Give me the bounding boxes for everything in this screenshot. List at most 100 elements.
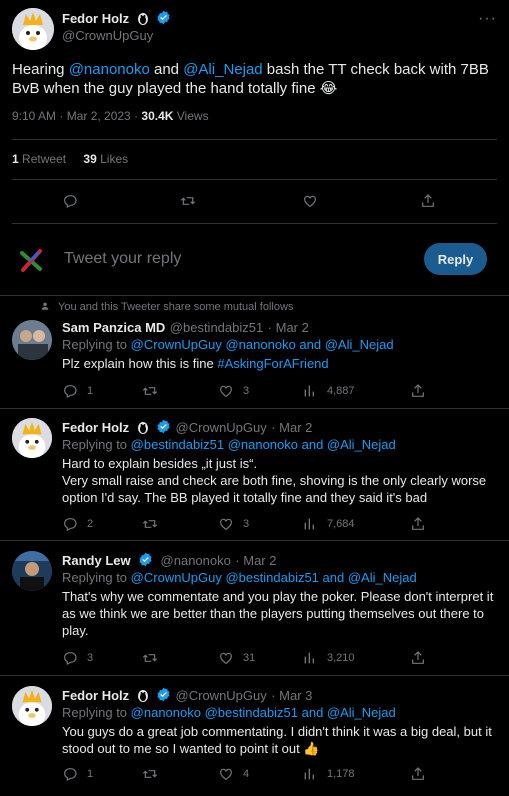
reply-icon xyxy=(64,652,77,665)
divider xyxy=(12,179,497,180)
author-name[interactable]: Fedor Holz xyxy=(62,688,129,703)
reply-date[interactable]: · Mar 2 xyxy=(271,420,312,435)
views-icon xyxy=(304,385,314,397)
reply-icon xyxy=(64,385,77,398)
like-button[interactable]: 3 xyxy=(218,516,249,532)
avatar[interactable] xyxy=(12,418,52,458)
avatar[interactable] xyxy=(12,320,52,360)
verified-icon xyxy=(157,687,170,702)
verified-icon xyxy=(157,10,170,25)
author-name[interactable]: Sam Panzica MD xyxy=(62,320,165,335)
reply-button[interactable] xyxy=(62,193,78,209)
replying-to: Replying to @CrownUpGuy @bestindabiz51 a… xyxy=(62,570,417,585)
penguin-badge-icon xyxy=(137,690,148,702)
avatar[interactable] xyxy=(12,686,52,726)
views-button[interactable]: 7,684 xyxy=(302,516,355,532)
more-icon[interactable]: ··· xyxy=(478,10,497,28)
mention-link[interactable]: @bestindabiz51 @nanonoko and @Ali_Nejad xyxy=(131,437,396,452)
mention-link[interactable]: @CrownUpGuy @bestindabiz51 and @Ali_Neja… xyxy=(131,570,417,585)
share-icon xyxy=(412,651,424,664)
share-icon xyxy=(422,194,434,207)
retweet-icon xyxy=(142,520,158,528)
reply-button[interactable]: 1 xyxy=(62,383,93,399)
mention-link[interactable]: @Ali_Nejad xyxy=(183,61,262,78)
retweet-button[interactable] xyxy=(180,193,196,209)
share-button[interactable] xyxy=(410,650,426,666)
author-handle[interactable]: @CrownUpGuy xyxy=(62,28,153,43)
mention-link[interactable]: @CrownUpGuy @nanonoko and @Ali_Nejad xyxy=(131,337,394,352)
reply-button[interactable]: 3 xyxy=(62,650,93,666)
reply-text: Hard to explain besides „it just is“. Ve… xyxy=(62,456,487,505)
retweet-button[interactable] xyxy=(142,650,158,666)
reply-icon xyxy=(64,768,77,781)
views-button[interactable]: 3,210 xyxy=(302,650,355,666)
person-icon xyxy=(41,302,49,310)
like-button[interactable] xyxy=(302,193,318,209)
reply-input[interactable]: Tweet your reply xyxy=(64,250,181,268)
penguin-badge-icon xyxy=(137,13,148,25)
like-button[interactable]: 31 xyxy=(218,650,255,666)
retweet-icon xyxy=(142,387,158,395)
social-context: You and this Tweeter share some mutual f… xyxy=(40,301,293,313)
retweets-stat[interactable]: 1 Retweet xyxy=(12,152,66,166)
likes-stat[interactable]: 39 Likes xyxy=(83,152,128,166)
views-icon xyxy=(304,518,314,530)
like-icon xyxy=(220,518,232,531)
tweet-text: Hearing @nanonoko and @Ali_Nejad bash th… xyxy=(12,61,489,97)
reply-icon xyxy=(64,195,77,208)
author-handle[interactable]: @bestindabiz51 xyxy=(170,320,263,335)
divider xyxy=(0,408,509,409)
like-icon xyxy=(220,768,232,781)
retweet-button[interactable] xyxy=(142,766,158,782)
divider xyxy=(12,223,497,224)
divider xyxy=(0,540,509,541)
views-button[interactable]: 4,887 xyxy=(302,383,355,399)
reply-submit-button[interactable]: Reply xyxy=(424,243,487,275)
divider xyxy=(0,675,509,676)
avatar[interactable] xyxy=(12,551,52,591)
reply-date[interactable]: · Mar 2 xyxy=(235,553,276,568)
reply-button[interactable]: 1 xyxy=(62,766,93,782)
engagement-stats: 1 Retweet 39 Likes xyxy=(12,152,128,166)
share-button[interactable] xyxy=(420,193,436,209)
author-name[interactable]: Randy Lew xyxy=(62,553,131,568)
author-name[interactable]: Fedor Holz xyxy=(62,420,129,435)
views-icon xyxy=(304,652,314,664)
divider xyxy=(12,139,497,140)
author-name[interactable]: Fedor Holz xyxy=(62,11,129,26)
timestamp[interactable]: 9:10 AM · Mar 2, 2023 · xyxy=(12,109,141,123)
tweet-meta: 9:10 AM · Mar 2, 2023 · 30.4K Views xyxy=(12,109,209,123)
retweet-button[interactable] xyxy=(142,383,158,399)
retweet-icon xyxy=(142,770,158,778)
reply-icon xyxy=(64,518,77,531)
author-handle[interactable]: @nanonoko xyxy=(161,553,231,568)
reply-text: Plz explain how this is fine #AskingForA… xyxy=(62,356,329,371)
share-icon xyxy=(412,767,424,780)
like-icon xyxy=(220,652,232,665)
reply-button[interactable]: 2 xyxy=(62,516,93,532)
retweet-button[interactable] xyxy=(142,516,158,532)
share-icon xyxy=(412,517,424,530)
avatar[interactable] xyxy=(12,8,54,50)
divider xyxy=(0,295,509,296)
replying-to: Replying to @bestindabiz51 @nanonoko and… xyxy=(62,437,396,452)
reply-date[interactable]: · Mar 3 xyxy=(271,688,312,703)
replying-to: Replying to @nanonoko @bestindabiz51 and… xyxy=(62,705,396,720)
author-handle[interactable]: @CrownUpGuy xyxy=(176,420,267,435)
views-button[interactable]: 1,178 xyxy=(302,766,355,782)
hashtag-link[interactable]: #AskingForAFriend xyxy=(217,356,328,371)
reply-text: That's why we commentate and you play th… xyxy=(62,589,494,638)
mention-link[interactable]: @nanonoko @bestindabiz51 and @Ali_Nejad xyxy=(131,705,396,720)
reply-date[interactable]: · Mar 2 xyxy=(268,320,309,335)
like-icon xyxy=(304,195,316,208)
like-button[interactable]: 3 xyxy=(218,383,249,399)
penguin-badge-icon xyxy=(137,422,148,434)
share-button[interactable] xyxy=(410,383,426,399)
share-button[interactable] xyxy=(410,766,426,782)
mention-link[interactable]: @nanonoko xyxy=(69,61,150,78)
like-button[interactable]: 4 xyxy=(218,766,249,782)
author-handle[interactable]: @CrownUpGuy xyxy=(176,688,267,703)
share-button[interactable] xyxy=(410,516,426,532)
retweet-icon xyxy=(180,197,196,205)
reply-text: You guys do a great job commentating. I … xyxy=(62,724,492,756)
